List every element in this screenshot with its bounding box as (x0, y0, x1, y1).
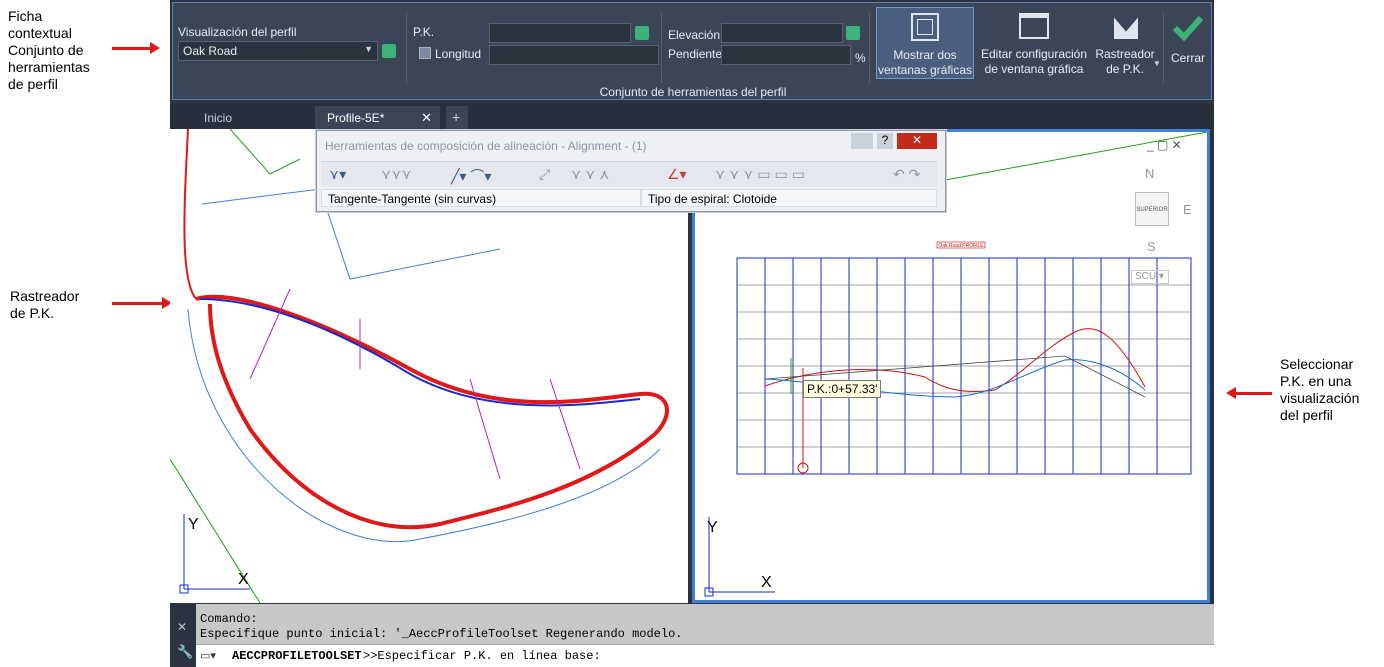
edit-viewport-config-button[interactable]: Editar configuración de ventana gráfica (979, 7, 1089, 79)
toolbar-options-icon[interactable] (851, 133, 873, 149)
show-two-viewports-label: Mostrar dos ventanas gráficas (877, 48, 973, 77)
two-viewports-icon (911, 13, 939, 41)
edit-viewport-config-label: Editar configuración de ventana gráfica (980, 47, 1088, 76)
pick-station-icon[interactable] (635, 26, 649, 40)
viewcube[interactable]: SUPERIOR (1135, 192, 1169, 226)
annotation-select-station: Seleccionar P.K. en una visualización de… (1280, 356, 1360, 423)
undo-redo-icon[interactable]: ↶ ↷ (893, 166, 920, 183)
autocad-window: Visualización del perfil Oak Road ▼ P.K.… (170, 0, 1214, 667)
station-tracker-label: Rastreador de P.K. (1095, 47, 1155, 76)
file-tabs: Inicio Profile-5E* ✕ + (170, 103, 1214, 129)
toolbar-status-right: Tipo de espiral: Clotoide (641, 189, 937, 207)
chevron-down-icon: ▼ (1153, 59, 1161, 68)
close-tab-icon[interactable]: ✕ (421, 110, 432, 126)
profile-y-axis-label: Y (707, 519, 718, 536)
screenshot-root: Ficha contextual Conjunto de herramienta… (0, 0, 1384, 667)
wrench-icon[interactable]: 🔧 (177, 644, 193, 660)
station-label: P.K. (413, 25, 435, 39)
station-tooltip: P.K.:0+57.33' (803, 380, 882, 398)
line-tool-icon[interactable]: ╱▾ ⌒▾ (451, 166, 491, 186)
station-tracker-icon (1113, 15, 1139, 39)
close-icon[interactable]: ✕ (177, 620, 187, 634)
profile-x-axis-label: X (761, 574, 772, 591)
command-prompt-text: >>Especificar P.K. en línea base: (363, 649, 601, 663)
chevron-down-icon: ▼ (364, 44, 373, 54)
length-input[interactable] (489, 45, 659, 65)
command-line-side: ✕ 🔧 (170, 604, 196, 667)
show-two-viewports-button[interactable]: Mostrar dos ventanas gráficas (876, 7, 974, 79)
command-history-line1: Comando: (200, 612, 258, 626)
toolbar-status-left: Tangente-Tangente (sin curvas) (321, 189, 641, 207)
editor-tools-icon[interactable]: ⋎ ⋎ ⋎ ▭ ▭ ▭ (715, 166, 805, 183)
help-icon[interactable]: ? (877, 133, 893, 149)
edit-tools-icon[interactable]: ∠▾ (667, 166, 687, 183)
length-label: Longitud (435, 47, 482, 61)
close-label: Cerrar (1170, 51, 1205, 65)
viewport-window-controls[interactable]: _ ▢ ✕ (1147, 138, 1182, 152)
toolbar-icons-row: ⋎▾ ⋎⋎⋎ ╱▾ ⌒▾ ⤢ ⋎ ⋎ ⋏ ∠▾ ⋎ ⋎ ⋎ ▭ ▭ ▭ ↶ ↷ (321, 161, 937, 187)
command-line: ✕ 🔧 Comando: Especifique punto inicial: … (170, 604, 1214, 667)
close-icon[interactable]: ✕ (897, 133, 937, 149)
plan-x-axis-label: X (238, 571, 249, 588)
annotation-context-tab: Ficha contextual Conjunto de herramienta… (8, 8, 90, 92)
elevation-input[interactable] (721, 23, 843, 43)
ribbon-separator (869, 13, 870, 83)
viewcube-east: E (1183, 202, 1192, 217)
tangent-tool-icon[interactable]: ⋎▾ (329, 166, 346, 183)
station-tracker-button[interactable]: Rastreador de P.K. ▼ (1093, 7, 1161, 79)
close-button[interactable]: Cerrar (1167, 7, 1209, 79)
grade-input[interactable] (721, 45, 851, 65)
check-icon (1172, 15, 1204, 41)
profile-view-label: Visualización del perfil (178, 25, 297, 39)
annotation-arrow-station-tracker (112, 297, 172, 309)
panel-title: Conjunto de herramientas del perfil (599, 85, 787, 99)
command-history-line2: Especifique punto inicial: '_AeccProfile… (200, 627, 683, 641)
pick-profile-view-icon[interactable] (382, 44, 396, 58)
annotation-station-tracker: Rastreador de P.K. (10, 288, 80, 321)
ribbon-separator (661, 13, 662, 83)
ribbon-separator (406, 13, 407, 83)
viewport-config-icon (1019, 13, 1049, 39)
viewcube-south: S (1147, 239, 1156, 254)
tab-inicio[interactable]: Inicio (192, 106, 244, 129)
pi-tool-icon[interactable]: ⋎⋎⋎ (381, 166, 412, 183)
plan-y-axis-label: Y (188, 516, 199, 533)
annotation-arrow-context-tab (112, 42, 160, 54)
grade-unit: % (855, 51, 866, 65)
select-tools-icon[interactable]: ⋎ ⋎ ⋏ (571, 166, 610, 183)
elevation-label: Elevación (668, 28, 721, 42)
new-tab-button[interactable]: + (446, 106, 468, 129)
command-name: AECCPROFILETOOLSET (232, 649, 362, 663)
ucs-menu[interactable]: SCU ▾ (1131, 270, 1169, 284)
reverse-icon[interactable]: ⤢ (539, 166, 550, 183)
profile-view-value: Oak Road (183, 44, 238, 58)
command-prompt-icon: ▭▾ (200, 650, 216, 662)
toolbar-title-buttons: ? ✕ (851, 133, 941, 151)
profile-title: Oak Road PROFILE (938, 243, 984, 249)
annotation-arrow-select-station (1226, 387, 1272, 399)
grade-label: Pendiente (668, 47, 723, 61)
toolbar-title: Herramientas de composición de alineació… (325, 139, 647, 153)
command-input[interactable]: ▭▾ AECCPROFILETOOLSET >>Especificar P.K.… (196, 644, 1214, 667)
profile-view-select[interactable]: Oak Road ▼ (178, 41, 378, 61)
ribbon-separator (1163, 13, 1164, 83)
station-input[interactable] (489, 23, 631, 43)
tab-profile-5e[interactable]: Profile-5E* ✕ (315, 106, 440, 129)
profile-toolset-ribbon: Visualización del perfil Oak Road ▼ P.K.… (172, 2, 1212, 100)
viewcube-north: N (1145, 166, 1155, 181)
alignment-layout-toolbar: Herramientas de composición de alineació… (316, 130, 946, 212)
length-checkbox[interactable] (419, 47, 431, 59)
pick-elevation-icon[interactable] (846, 26, 860, 40)
